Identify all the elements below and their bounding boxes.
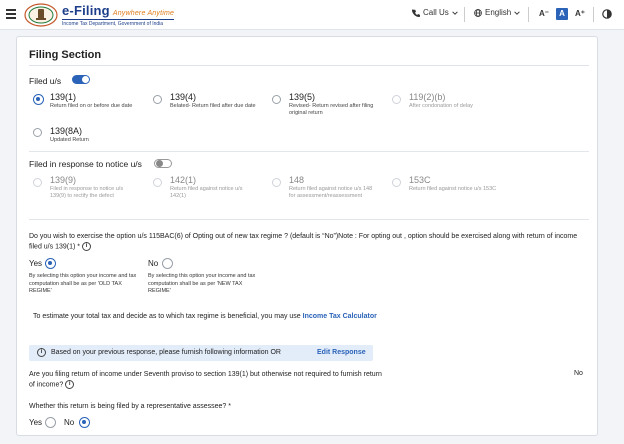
notice-name-139-9: 139(9) — [50, 175, 77, 185]
notice-name-148: 148 — [289, 175, 305, 185]
regime-yes-label: Yes — [29, 259, 43, 268]
info-text: Based on your previous response, please … — [51, 349, 281, 356]
brand-title: e-Filing — [62, 3, 110, 18]
notice-name-153c: 153C — [409, 175, 431, 185]
edit-response-link[interactable]: Edit Response — [317, 349, 366, 356]
seventh-proviso-text: Are you filing return of income under Se… — [29, 371, 382, 389]
section-title: Filing Section — [29, 49, 102, 61]
call-us-menu[interactable]: Call Us — [412, 8, 458, 17]
option-desc-139-8a: Updated Return — [50, 137, 89, 143]
info-icon[interactable]: i — [81, 242, 91, 252]
info-icon: i — [37, 348, 46, 357]
radio-153c[interactable] — [392, 178, 401, 187]
radio-139-9[interactable] — [33, 178, 42, 187]
chevron-down-icon — [452, 10, 458, 15]
info-icon[interactable]: i — [65, 380, 75, 390]
notice-desc-153c: Return filed against notice u/s 153C — [409, 186, 497, 192]
representative-question: Whether this return is being filed by a … — [29, 403, 231, 410]
header-divider — [593, 7, 594, 22]
radio-139-8a[interactable] — [33, 128, 42, 137]
seventh-proviso-answer: No — [574, 370, 583, 377]
contrast-icon[interactable] — [602, 9, 612, 19]
representative-no-label: No — [64, 418, 75, 427]
font-decrease-button[interactable]: A⁻ — [538, 8, 550, 20]
info-bar: i Based on your previous response, pleas… — [29, 345, 373, 361]
notice-label: Filed in response to notice u/s — [29, 159, 142, 169]
representative-yes-label: Yes — [29, 418, 43, 427]
option-name-139-4: 139(4) — [170, 92, 197, 102]
brand-tagline: Anywhere Anytime — [112, 10, 175, 17]
option-name-119-2-b: 119(2)(b) — [409, 92, 446, 102]
page-bottom — [0, 437, 624, 444]
seventh-proviso-question: Are you filing return of income under Se… — [29, 370, 389, 391]
filed-us-toggle[interactable] — [72, 75, 90, 84]
option-desc-139-5: Revised- Return revised after filing ori… — [289, 103, 374, 117]
notice-desc-148: Return filed against notice u/s 148 for … — [289, 186, 373, 200]
representative-no-radio[interactable] — [79, 417, 90, 428]
language-select[interactable]: English — [474, 8, 520, 17]
section-divider — [29, 151, 589, 152]
representative-yes-radio[interactable] — [45, 417, 56, 428]
section-divider — [29, 219, 589, 220]
chevron-down-icon — [514, 10, 520, 15]
notice-desc-139-9: Filed in response to notice u/s 139(9) t… — [50, 186, 124, 200]
radio-139-5[interactable] — [272, 95, 281, 104]
brand-subtitle: Income Tax Department, Government of Ind… — [62, 19, 175, 27]
regime-yes-radio[interactable] — [45, 258, 56, 269]
top-header: e-Filing Anywhere Anytime Income Tax Depa… — [0, 0, 624, 30]
regime-no-desc: By selecting this option your income and… — [148, 273, 256, 295]
phone-icon — [412, 8, 420, 17]
option-name-139-5: 139(5) — [289, 92, 316, 102]
estimate-text: To estimate your total tax and decide as… — [33, 313, 301, 320]
filing-section-card: Filing Section Filed u/s 139(1) Return f… — [16, 36, 598, 436]
income-tax-calculator-link[interactable]: Income Tax Calculator — [303, 313, 377, 320]
brand[interactable]: e-Filing Anywhere Anytime Income Tax Depa… — [62, 3, 175, 27]
filed-us-label: Filed u/s — [29, 76, 62, 86]
option-desc-119-2-b: After condonation of delay — [409, 103, 473, 109]
option-name-139-8a: 139(8A) — [50, 126, 83, 136]
option-name-139-1: 139(1) — [50, 92, 77, 102]
radio-148[interactable] — [272, 178, 281, 187]
option-desc-139-4: Belated- Return filed after due date — [170, 103, 256, 109]
option-desc-139-1: Return filed on or before due date — [50, 103, 133, 109]
regime-no-radio[interactable] — [162, 258, 173, 269]
notice-toggle[interactable] — [154, 159, 172, 168]
call-us-label: Call Us — [423, 8, 449, 17]
radio-142-1[interactable] — [153, 178, 162, 187]
regime-yes-desc: By selecting this option your income and… — [29, 273, 137, 295]
estimate-line: To estimate your total tax and decide as… — [33, 312, 377, 322]
title-divider — [29, 65, 589, 66]
regime-question: Do you wish to exercise the option u/s 1… — [29, 232, 589, 253]
radio-139-4[interactable] — [153, 95, 162, 104]
font-increase-button[interactable]: A⁺ — [574, 8, 586, 20]
notice-name-142-1: 142(1) — [170, 175, 197, 185]
regime-no-label: No — [148, 259, 159, 268]
notice-desc-142-1: Return filed against notice u/s 142(1) — [170, 186, 243, 200]
radio-139-1[interactable] — [33, 94, 44, 105]
header-divider — [528, 7, 529, 22]
language-label: English — [485, 8, 512, 17]
emblem-logo-icon — [24, 3, 58, 27]
font-normal-button[interactable]: A — [556, 8, 568, 20]
header-divider — [464, 7, 465, 22]
regime-question-text: Do you wish to exercise the option u/s 1… — [29, 233, 578, 251]
hamburger-icon[interactable] — [6, 9, 16, 19]
radio-119-2-b[interactable] — [392, 95, 401, 104]
globe-icon — [474, 8, 482, 17]
